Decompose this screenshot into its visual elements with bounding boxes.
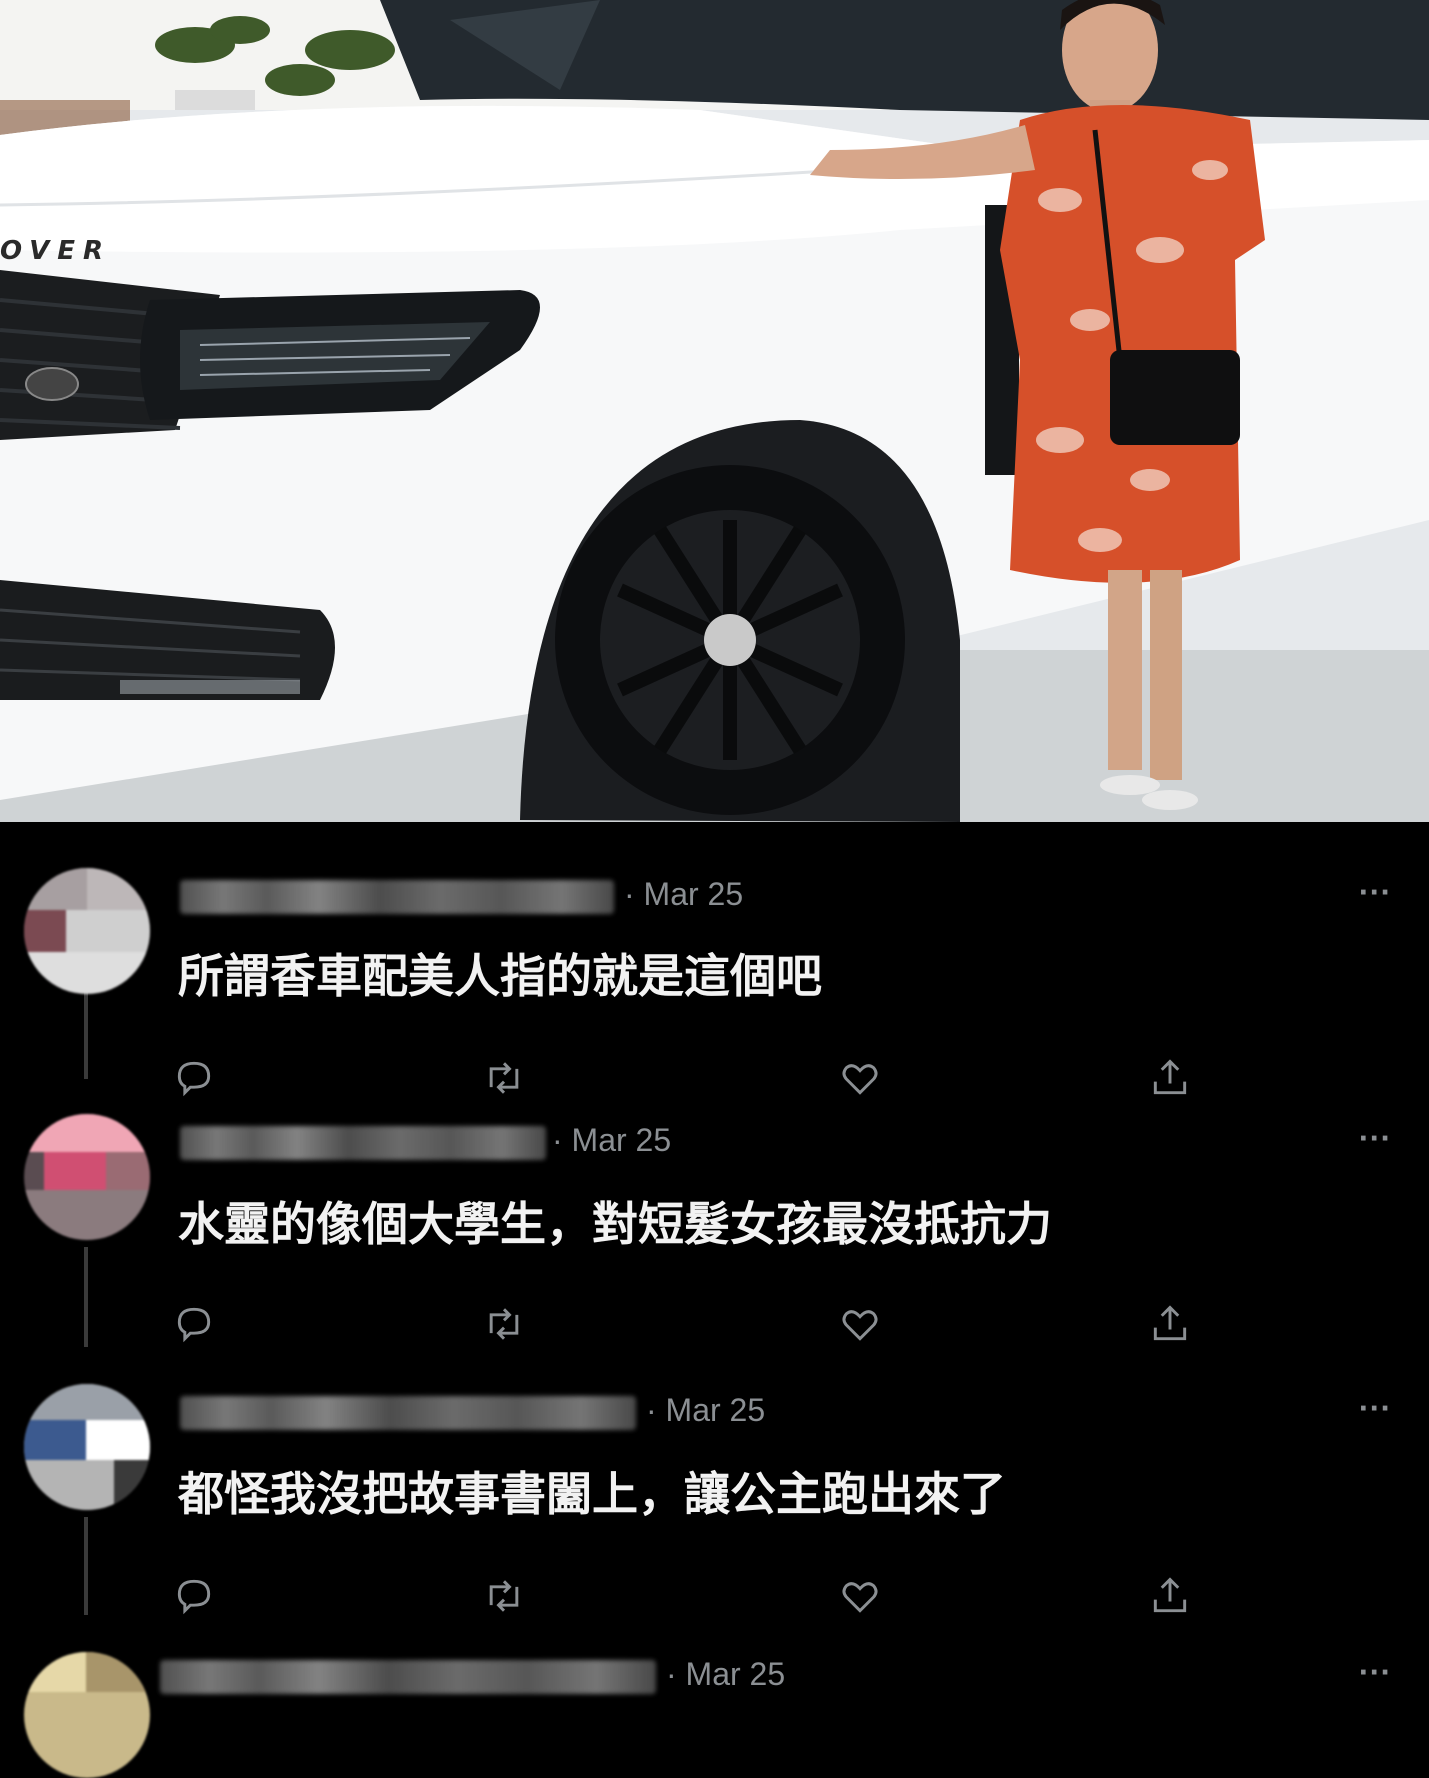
share-icon[interactable] (1148, 1302, 1192, 1346)
heart-icon[interactable] (838, 1574, 882, 1618)
username-redacted (160, 1660, 656, 1694)
reply-thread: · Mar 25 ··· 所謂香車配美人指的就是這個吧 · Mar 25 ···… (0, 822, 1429, 1778)
retweet-icon[interactable] (482, 1302, 526, 1346)
more-options-icon[interactable]: ··· (1358, 1394, 1391, 1424)
comment-item[interactable]: · Mar 25 ··· 水靈的像個大學生，對短髮女孩最沒抵抗力 (0, 1092, 1429, 1362)
car-photo-illustration (0, 0, 1429, 822)
comment-item[interactable]: · Mar 25 ··· 所謂香車配美人指的就是這個吧 (0, 822, 1429, 1097)
share-icon[interactable] (1148, 1574, 1192, 1618)
username-redacted (180, 880, 614, 914)
comment-item[interactable]: · Mar 25 ··· (0, 1630, 1429, 1778)
comment-actions (0, 1574, 1429, 1622)
grille-lettering: OVER (0, 236, 112, 266)
username-redacted (180, 1396, 636, 1430)
comment-text: 所謂香車配美人指的就是這個吧 (178, 949, 822, 1003)
reply-icon[interactable] (172, 1574, 216, 1618)
more-options-icon[interactable]: ··· (1358, 1658, 1391, 1688)
comment-item[interactable]: · Mar 25 ··· 都怪我沒把故事書闔上，讓公主跑出來了 (0, 1362, 1429, 1632)
comment-date: · Mar 25 (552, 1122, 672, 1158)
comment-date: · Mar 25 (646, 1392, 766, 1428)
reply-icon[interactable] (172, 1302, 216, 1346)
avatar[interactable] (24, 1114, 150, 1240)
retweet-icon[interactable] (482, 1574, 526, 1618)
comment-text: 水靈的像個大學生，對短髮女孩最沒抵抗力 (178, 1197, 1052, 1251)
username-redacted (180, 1126, 546, 1160)
comment-text: 都怪我沒把故事書闔上，讓公主跑出來了 (178, 1467, 1006, 1521)
avatar[interactable] (24, 868, 150, 994)
avatar[interactable] (24, 1652, 150, 1778)
avatar[interactable] (24, 1384, 150, 1510)
post-photo[interactable]: OVER (0, 0, 1429, 822)
comment-date: · Mar 25 (624, 876, 744, 912)
more-options-icon[interactable]: ··· (1358, 1124, 1391, 1154)
heart-icon[interactable] (838, 1302, 882, 1346)
comment-date: · Mar 25 (666, 1656, 786, 1692)
comment-actions (0, 1302, 1429, 1350)
more-options-icon[interactable]: ··· (1358, 878, 1391, 908)
